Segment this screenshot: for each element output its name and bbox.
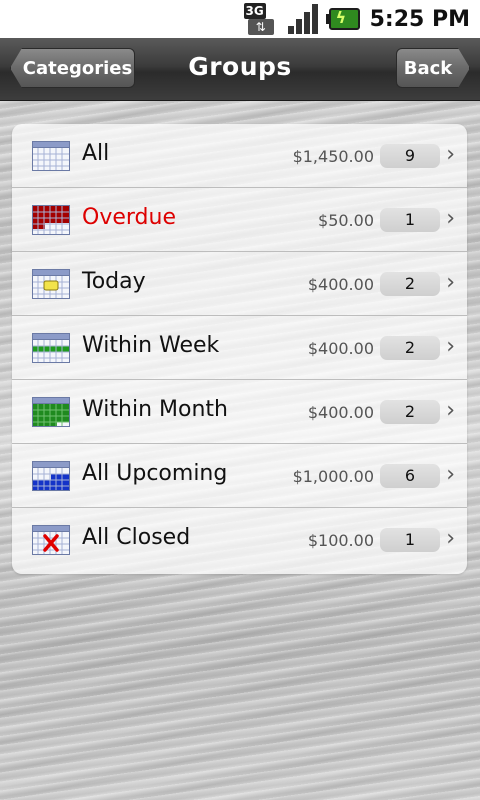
group-row-within-week[interactable]: Within Week $400.00 2 › — [12, 316, 467, 380]
group-row-today[interactable]: Today $400.00 2 › — [12, 252, 467, 316]
signal-strength-icon — [286, 3, 318, 35]
calendar-overdue-icon — [32, 205, 70, 235]
group-count-badge: 2 — [380, 272, 440, 296]
chevron-right-icon: › — [446, 142, 455, 167]
group-amount: $400.00 — [307, 275, 374, 294]
calendar-today-icon — [32, 269, 70, 299]
chevron-right-icon: › — [446, 462, 455, 487]
title-bar: Categories Groups Back — [0, 38, 480, 101]
group-count-badge: 6 — [380, 464, 440, 488]
group-count-badge: 1 — [380, 208, 440, 232]
status-bar: 3G ⇅ ϟ 5:25 PM — [0, 0, 480, 38]
group-count-badge: 1 — [380, 528, 440, 552]
group-count-badge: 2 — [380, 400, 440, 424]
group-label: All Upcoming — [82, 461, 228, 486]
calendar-month-icon — [32, 397, 70, 427]
group-label: All — [82, 141, 110, 166]
calendar-all-icon — [32, 141, 70, 171]
group-label: Within Month — [82, 397, 228, 422]
group-row-all-upcoming[interactable]: All Upcoming $1,000.00 6 › — [12, 444, 467, 508]
group-amount: $50.00 — [318, 211, 374, 230]
group-count-badge: 2 — [380, 336, 440, 360]
calendar-week-icon — [32, 333, 70, 363]
chevron-right-icon: › — [446, 334, 455, 359]
chevron-right-icon: › — [446, 398, 455, 423]
group-amount: $100.00 — [307, 531, 374, 550]
chevron-right-icon: › — [446, 270, 455, 295]
network-type-label: 3G — [243, 3, 266, 19]
group-amount: $400.00 — [307, 403, 374, 422]
data-arrows-icon: ⇅ — [247, 19, 274, 35]
back-button[interactable]: Back — [396, 48, 470, 88]
calendar-closed-icon — [32, 525, 70, 555]
group-row-all-closed[interactable]: All Closed $100.00 1 › — [12, 508, 467, 572]
calendar-upcoming-icon — [32, 461, 70, 491]
group-label: All Closed — [82, 525, 191, 550]
status-clock: 5:25 PM — [369, 6, 470, 32]
group-row-all[interactable]: All $1,450.00 9 › — [12, 124, 467, 188]
group-row-overdue[interactable]: Overdue $50.00 1 › — [12, 188, 467, 252]
group-amount: $1,450.00 — [292, 147, 374, 166]
group-label: Today — [82, 269, 146, 294]
groups-list: All $1,450.00 9 › Overdue $50.00 1 › Tod… — [12, 124, 467, 574]
chevron-right-icon: › — [446, 206, 455, 231]
chevron-right-icon: › — [446, 526, 455, 551]
group-count-badge: 9 — [380, 144, 440, 168]
group-row-within-month[interactable]: Within Month $400.00 2 › — [12, 380, 467, 444]
group-amount: $400.00 — [307, 339, 374, 358]
group-label: Within Week — [82, 333, 220, 358]
battery-charging-icon: ϟ — [325, 8, 360, 30]
network-3g-icon: 3G ⇅ — [243, 3, 278, 35]
group-amount: $1,000.00 — [292, 467, 374, 486]
group-label: Overdue — [82, 205, 176, 230]
